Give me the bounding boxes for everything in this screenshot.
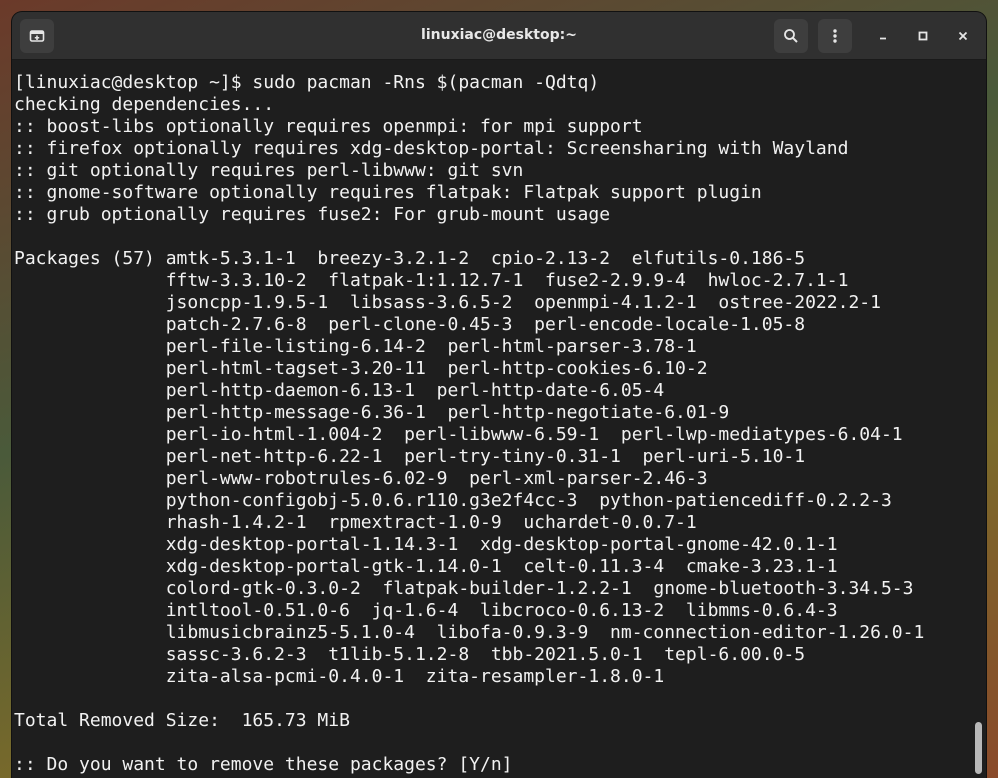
terminal-line: python-configobj-5.0.6.r110.g3e2f4cc-3 p… — [14, 490, 892, 511]
terminal-line: :: boost-libs optionally requires openmp… — [14, 116, 643, 137]
terminal-line: perl-html-tagset-3.20-11 perl-http-cooki… — [14, 358, 708, 379]
terminal-line: perl-net-http-6.22-1 perl-try-tiny-0.31-… — [14, 446, 806, 467]
search-button[interactable] — [774, 19, 808, 53]
terminal-line: jsoncpp-1.9.5-1 libsass-3.6.5-2 openmpi-… — [14, 292, 881, 313]
terminal-line: perl-www-robotrules-6.02-9 perl-xml-pars… — [14, 468, 708, 489]
terminal-line: :: git optionally requires perl-libwww: … — [14, 160, 524, 181]
kebab-menu-icon — [827, 28, 843, 44]
terminal-line: Packages (57) amtk-5.3.1-1 breezy-3.2.1-… — [14, 248, 806, 269]
terminal-line: :: Do you want to remove these packages?… — [14, 754, 513, 775]
terminal-line: zita-alsa-pcmi-0.4.0-1 zita-resampler-1.… — [14, 666, 665, 687]
terminal-line: Total Removed Size: 165.73 MiB — [14, 710, 350, 731]
terminal-line: :: firefox optionally requires xdg-deskt… — [14, 138, 849, 159]
terminal-line: perl-io-html-1.004-2 perl-libwww-6.59-1 … — [14, 424, 903, 445]
terminal-line: patch-2.7.6-8 perl-clone-0.45-3 perl-enc… — [14, 314, 806, 335]
terminal-line: xdg-desktop-portal-gtk-1.14.0-1 celt-0.1… — [14, 556, 838, 577]
new-tab-button[interactable] — [20, 19, 54, 53]
minimize-icon — [877, 27, 889, 46]
scrollbar-track[interactable] — [972, 60, 986, 778]
maximize-icon — [917, 27, 929, 46]
terminal-line: perl-file-listing-6.14-2 perl-html-parse… — [14, 336, 697, 357]
menu-button[interactable] — [818, 19, 852, 53]
terminal-line: intltool-0.51.0-6 jq-1.6-4 libcroco-0.6.… — [14, 600, 838, 621]
new-tab-icon — [29, 28, 45, 44]
terminal-line: :: gnome-software optionally requires fl… — [14, 182, 762, 203]
terminal-line: checking dependencies... — [14, 94, 275, 115]
terminal-line: colord-gtk-0.3.0-2 flatpak-builder-1.2.2… — [14, 578, 914, 599]
terminal-line: xdg-desktop-portal-1.14.3-1 xdg-desktop-… — [14, 534, 838, 555]
close-button[interactable] — [950, 23, 976, 49]
maximize-button[interactable] — [910, 23, 936, 49]
terminal-line: perl-http-daemon-6.13-1 perl-http-date-6… — [14, 380, 665, 401]
terminal-output[interactable]: [linuxiac@desktop ~]$ sudo pacman -Rns $… — [12, 60, 972, 778]
search-icon — [783, 28, 799, 44]
scrollbar-thumb[interactable] — [975, 722, 982, 774]
headerbar: linuxiac@desktop:~ — [12, 12, 986, 60]
terminal-line: sassc-3.6.2-3 t1lib-5.1.2-8 tbb-2021.5.0… — [14, 644, 806, 665]
terminal-line: perl-http-message-6.36-1 perl-http-negot… — [14, 402, 730, 423]
close-icon — [957, 27, 969, 46]
terminal-line: libmusicbrainz5-5.1.0-4 libofa-0.9.3-9 n… — [14, 622, 925, 643]
terminal-line: fftw-3.3.10-2 flatpak-1:1.12.7-1 fuse2-2… — [14, 270, 849, 291]
terminal-window: linuxiac@desktop:~ [linuxiac@desktop ~]$… — [12, 12, 986, 778]
terminal-line: :: grub optionally requires fuse2: For g… — [14, 204, 611, 225]
terminal-line: rhash-1.4.2-1 rpmextract-1.0-9 uchardet-… — [14, 512, 697, 533]
terminal-line: [linuxiac@desktop ~]$ sudo pacman -Rns $… — [14, 72, 600, 93]
minimize-button[interactable] — [870, 23, 896, 49]
